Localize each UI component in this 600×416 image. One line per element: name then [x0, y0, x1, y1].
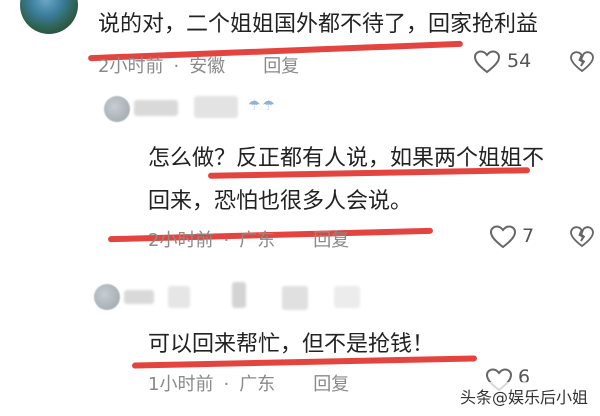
comment-text: 说的对，二个姐姐国外都不待了，回家抢利益	[98, 12, 539, 37]
username[interactable]	[232, 282, 246, 308]
like-button[interactable]	[489, 225, 517, 253]
broken-heart-icon	[570, 226, 594, 248]
comment-time: 2小时前	[98, 56, 164, 77]
username[interactable]	[334, 286, 360, 308]
username[interactable]	[124, 290, 154, 304]
comment-location: 安徽	[189, 56, 226, 77]
avatar[interactable]	[20, 0, 78, 34]
comment-meta: 2小时前 · 安徽 回复	[98, 56, 300, 77]
reply-location: 广东	[239, 230, 276, 251]
umbrella-icon: ☂☂	[248, 98, 278, 114]
dislike-button[interactable]	[570, 51, 594, 77]
reply-time: 2小时前	[148, 230, 214, 251]
broken-heart-icon	[570, 51, 594, 73]
like-count: 54	[507, 50, 532, 72]
reply-meta: 1小时前 · 广东 回复	[148, 374, 350, 395]
reply-button[interactable]: 回复	[313, 230, 349, 251]
heart-icon	[473, 50, 501, 74]
reply-text-line2: 回来，恐怕也很多人会说。	[148, 189, 413, 214]
reply-time: 1小时前	[148, 374, 214, 395]
watermark: 头条@娱乐后小姐	[455, 382, 592, 410]
reply-meta: 2小时前 · 广东 回复	[148, 230, 350, 251]
username[interactable]	[282, 286, 308, 310]
like-button[interactable]	[473, 50, 501, 78]
avatar[interactable]	[94, 284, 120, 310]
reply-text-line1: 可以回来帮忙，但不是抢钱！	[148, 332, 435, 357]
dislike-button[interactable]	[570, 226, 594, 252]
reply-location: 广东	[239, 374, 276, 395]
like-count: 7	[522, 225, 535, 247]
avatar[interactable]	[104, 96, 130, 122]
reply-button[interactable]: 回复	[263, 56, 299, 77]
reply-button[interactable]: 回复	[313, 374, 349, 395]
username[interactable]	[134, 100, 178, 116]
username[interactable]	[168, 286, 190, 308]
username[interactable]	[194, 96, 238, 118]
heart-icon	[489, 225, 517, 249]
